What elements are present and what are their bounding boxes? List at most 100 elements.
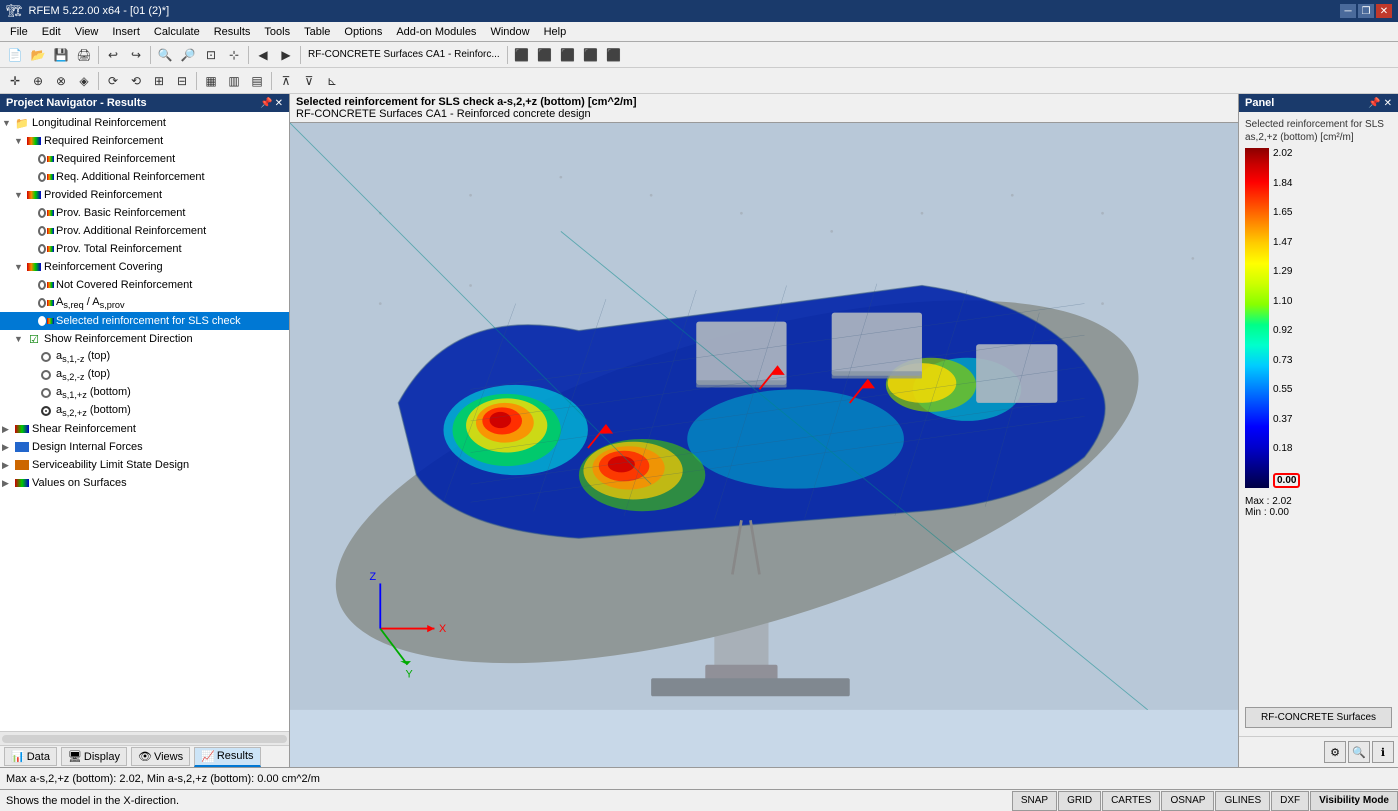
viewport[interactable]: X Y Z bbox=[290, 123, 1238, 767]
close-button[interactable]: ✕ bbox=[1376, 4, 1392, 18]
tb2-12[interactable]: ⊼ bbox=[275, 70, 297, 92]
panel-stats: Max : 2.02 Min : 0.00 bbox=[1245, 496, 1392, 518]
tb-view-right[interactable]: ⬛ bbox=[534, 44, 556, 66]
toolbar-1: 📄 📂 💾 🖨 ↩ ↪ 🔍 🔎 ⊡ ⊹ ◀ ▶ RF-CONCRETE Surf… bbox=[0, 42, 1398, 68]
tb-new[interactable]: 📄 bbox=[4, 44, 26, 66]
tree-serviceability[interactable]: ▶ Serviceability Limit State Design bbox=[0, 456, 289, 474]
tb2-11[interactable]: ▤ bbox=[246, 70, 268, 92]
radio-icon-3 bbox=[38, 386, 54, 400]
tree-prov-additional[interactable]: Prov. Additional Reinforcement bbox=[0, 222, 289, 240]
tab-dxf[interactable]: DXF bbox=[1271, 791, 1309, 811]
rp-btn-3[interactable]: ℹ bbox=[1372, 741, 1394, 763]
tree-values-surfaces[interactable]: ▶ Values on Surfaces bbox=[0, 474, 289, 492]
tb2-2[interactable]: ⊕ bbox=[27, 70, 49, 92]
tree-sls-selected[interactable]: Selected reinforcement for SLS check bbox=[0, 312, 289, 330]
restore-button[interactable]: ❐ bbox=[1358, 4, 1374, 18]
tree-shear[interactable]: ▶ Shear Reinforcement bbox=[0, 420, 289, 438]
menu-file[interactable]: File bbox=[4, 24, 34, 40]
tree-show-direction[interactable]: ▼ ☑ Show Reinforcement Direction bbox=[0, 330, 289, 348]
nav-header-buttons: 📌 ✕ bbox=[260, 98, 283, 109]
tb2-9[interactable]: ▦ bbox=[200, 70, 222, 92]
tb2-sep-3 bbox=[271, 72, 272, 90]
tb2-1[interactable]: ✛ bbox=[4, 70, 26, 92]
tb2-13[interactable]: ⊽ bbox=[298, 70, 320, 92]
horizontal-scrollbar[interactable] bbox=[0, 731, 289, 745]
tab-osnap[interactable]: OSNAP bbox=[1161, 791, 1214, 811]
tb2-6[interactable]: ⟲ bbox=[125, 70, 147, 92]
tree-required-group[interactable]: ▼ Required Reinforcement bbox=[0, 132, 289, 150]
tb2-5[interactable]: ⟳ bbox=[102, 70, 124, 92]
tree-provided-group[interactable]: ▼ Provided Reinforcement bbox=[0, 186, 289, 204]
menu-window[interactable]: Window bbox=[484, 24, 535, 40]
menu-view[interactable]: View bbox=[69, 24, 105, 40]
tree-as1-top[interactable]: as,1,-z (top) bbox=[0, 348, 289, 366]
tb-prev[interactable]: ◀ bbox=[252, 44, 274, 66]
tree-covering-group[interactable]: ▼ Reinforcement Covering bbox=[0, 258, 289, 276]
tree-required-reinf[interactable]: Required Reinforcement bbox=[0, 150, 289, 168]
data-label: Data bbox=[27, 751, 50, 763]
tb-open[interactable]: 📂 bbox=[27, 44, 49, 66]
tab-cartes[interactable]: CARTES bbox=[1102, 791, 1160, 811]
tree-as2-top[interactable]: as,2,-z (top) bbox=[0, 366, 289, 384]
tb-zoom-all[interactable]: ⊡ bbox=[200, 44, 222, 66]
expand-icon: ▼ bbox=[14, 262, 26, 272]
tb-zoom-in[interactable]: 🔍 bbox=[154, 44, 176, 66]
menu-options[interactable]: Options bbox=[338, 24, 388, 40]
prov-additional-label: Prov. Additional Reinforcement bbox=[56, 225, 206, 237]
rf-concrete-button[interactable]: RF-CONCRETE Surfaces bbox=[1245, 707, 1392, 728]
tb-view-top[interactable]: ⬛ bbox=[557, 44, 579, 66]
tb2-14[interactable]: ⊾ bbox=[321, 70, 343, 92]
tab-grid[interactable]: GRID bbox=[1058, 791, 1101, 811]
tb-redo[interactable]: ↪ bbox=[125, 44, 147, 66]
tb-select[interactable]: ⊹ bbox=[223, 44, 245, 66]
scroll-track bbox=[2, 735, 287, 743]
nav-tab-results[interactable]: 📈 Results bbox=[194, 747, 260, 767]
prov-basic-label: Prov. Basic Reinforcement bbox=[56, 207, 185, 219]
tb2-8[interactable]: ⊟ bbox=[171, 70, 193, 92]
tb2-3[interactable]: ⊗ bbox=[50, 70, 72, 92]
tree-as-ratio[interactable]: As,req / As,prov bbox=[0, 294, 289, 312]
tree-not-covered[interactable]: Not Covered Reinforcement bbox=[0, 276, 289, 294]
tb2-7[interactable]: ⊞ bbox=[148, 70, 170, 92]
tb-view-3d[interactable]: ⬛ bbox=[603, 44, 625, 66]
tree-prov-total[interactable]: Prov. Total Reinforcement bbox=[0, 240, 289, 258]
tab-glines[interactable]: GLINES bbox=[1215, 791, 1270, 811]
tree-design-internal[interactable]: ▶ Design Internal Forces bbox=[0, 438, 289, 456]
tb-zoom-out[interactable]: 🔎 bbox=[177, 44, 199, 66]
tb2-4[interactable]: ◈ bbox=[73, 70, 95, 92]
nav-tab-data[interactable]: 📊 Data bbox=[4, 747, 57, 766]
tb-view-front[interactable]: ⬛ bbox=[580, 44, 602, 66]
menu-tools[interactable]: Tools bbox=[258, 24, 296, 40]
rp-btn-1[interactable]: ⚙ bbox=[1324, 741, 1346, 763]
tb-view-left[interactable]: ⬛ bbox=[511, 44, 533, 66]
tree-longitudinal[interactable]: ▼ 📁 Longitudinal Reinforcement bbox=[0, 114, 289, 132]
nav-tab-views[interactable]: 👁 Views bbox=[131, 747, 190, 766]
tree-req-additional[interactable]: Req. Additional Reinforcement bbox=[0, 168, 289, 186]
nav-close-button[interactable]: ✕ bbox=[275, 98, 283, 109]
panel-pin-button[interactable]: 📌 bbox=[1368, 98, 1380, 109]
menu-help[interactable]: Help bbox=[538, 24, 573, 40]
required-group-label: Required Reinforcement bbox=[44, 135, 163, 147]
tree-as2-bottom[interactable]: as,2,+z (bottom) bbox=[0, 402, 289, 420]
menu-edit[interactable]: Edit bbox=[36, 24, 67, 40]
tree-prov-basic[interactable]: Prov. Basic Reinforcement bbox=[0, 204, 289, 222]
rp-btn-2[interactable]: 🔍 bbox=[1348, 741, 1370, 763]
tb-save[interactable]: 💾 bbox=[50, 44, 72, 66]
menu-insert[interactable]: Insert bbox=[106, 24, 146, 40]
tab-snap[interactable]: SNAP bbox=[1012, 791, 1057, 811]
tb-sep-1 bbox=[98, 46, 99, 64]
menu-addon[interactable]: Add-on Modules bbox=[390, 24, 482, 40]
nav-tab-display[interactable]: 🖥 Display bbox=[61, 747, 127, 766]
menu-calculate[interactable]: Calculate bbox=[148, 24, 206, 40]
tb-undo[interactable]: ↩ bbox=[102, 44, 124, 66]
menu-results[interactable]: Results bbox=[208, 24, 257, 40]
tree-as1-bottom[interactable]: as,1,+z (bottom) bbox=[0, 384, 289, 402]
tb-next[interactable]: ▶ bbox=[275, 44, 297, 66]
menu-table[interactable]: Table bbox=[298, 24, 336, 40]
nav-pin-button[interactable]: 📌 bbox=[260, 98, 272, 109]
panel-close-button[interactable]: ✕ bbox=[1384, 98, 1392, 109]
tab-visibility[interactable]: Visibility Mode bbox=[1310, 791, 1398, 811]
tb2-10[interactable]: ▥ bbox=[223, 70, 245, 92]
tb-print[interactable]: 🖨 bbox=[73, 44, 95, 66]
minimize-button[interactable]: ─ bbox=[1340, 4, 1356, 18]
